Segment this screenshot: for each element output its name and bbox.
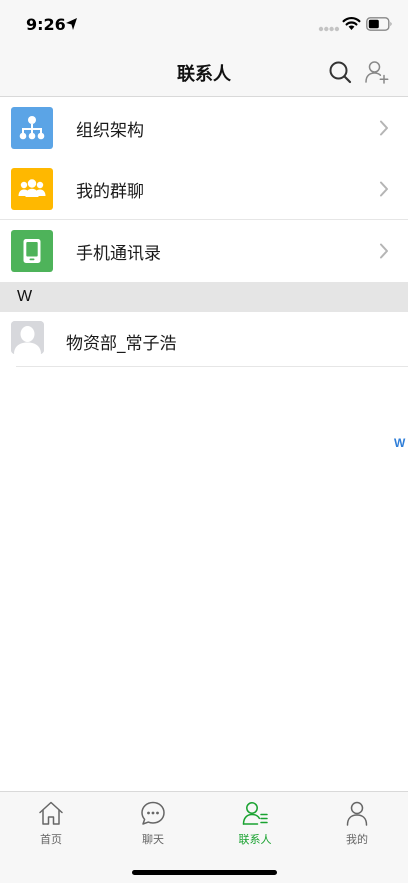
battery-icon bbox=[366, 17, 392, 31]
tab-label: 我的 bbox=[346, 833, 368, 846]
chat-bubble-icon bbox=[141, 801, 165, 825]
menu-item-my-groups[interactable]: 我的群聊 bbox=[0, 158, 408, 220]
group-chat-icon bbox=[18, 179, 46, 197]
menu-item-label: 我的群聊 bbox=[76, 182, 144, 202]
section-header: W bbox=[0, 282, 408, 312]
index-letter-w[interactable]: W bbox=[394, 436, 405, 450]
chevron-right-icon bbox=[380, 243, 388, 259]
phone-contacts-icon bbox=[23, 239, 41, 263]
org-chart-icon bbox=[19, 116, 45, 140]
wifi-icon bbox=[342, 17, 361, 30]
avatar bbox=[11, 321, 44, 354]
status-time: 9:26 bbox=[26, 15, 66, 34]
default-avatar-icon bbox=[11, 321, 44, 354]
contact-name: 物资部_常子浩 bbox=[66, 334, 177, 354]
add-contact-icon[interactable] bbox=[364, 59, 390, 85]
tab-label: 聊天 bbox=[142, 833, 164, 846]
divider bbox=[16, 366, 408, 367]
menu-item-label: 手机通讯录 bbox=[76, 244, 161, 264]
menu-tile bbox=[11, 107, 53, 149]
tab-chat[interactable]: 聊天 bbox=[102, 792, 204, 850]
tab-contacts[interactable]: 联系人 bbox=[204, 792, 306, 850]
menu-item-label: 组织架构 bbox=[76, 121, 144, 141]
tab-profile[interactable]: 我的 bbox=[306, 792, 408, 850]
menu-tile bbox=[11, 230, 53, 272]
home-icon bbox=[39, 801, 63, 825]
home-indicator bbox=[132, 870, 277, 875]
contacts-icon bbox=[242, 802, 268, 825]
signal-dots-icon bbox=[318, 26, 340, 32]
chevron-right-icon bbox=[380, 120, 388, 136]
location-arrow-icon bbox=[66, 18, 77, 30]
status-bar: 9:26 bbox=[0, 0, 408, 48]
tab-bar: 首页 聊天 联系人 我的 bbox=[0, 791, 408, 883]
nav-bar: 联系人 bbox=[0, 48, 408, 97]
contact-item[interactable]: 物资部_常子浩 bbox=[0, 312, 408, 367]
search-icon[interactable] bbox=[328, 60, 352, 84]
menu-item-phone-contacts[interactable]: 手机通讯录 bbox=[0, 220, 408, 282]
tab-home[interactable]: 首页 bbox=[0, 792, 102, 850]
profile-icon bbox=[346, 801, 368, 826]
tab-label: 联系人 bbox=[238, 833, 272, 846]
section-letter: W bbox=[17, 288, 33, 305]
chevron-right-icon bbox=[380, 181, 388, 197]
tab-label: 首页 bbox=[40, 833, 62, 846]
menu-tile bbox=[11, 168, 53, 210]
menu-item-org-structure[interactable]: 组织架构 bbox=[0, 97, 408, 159]
